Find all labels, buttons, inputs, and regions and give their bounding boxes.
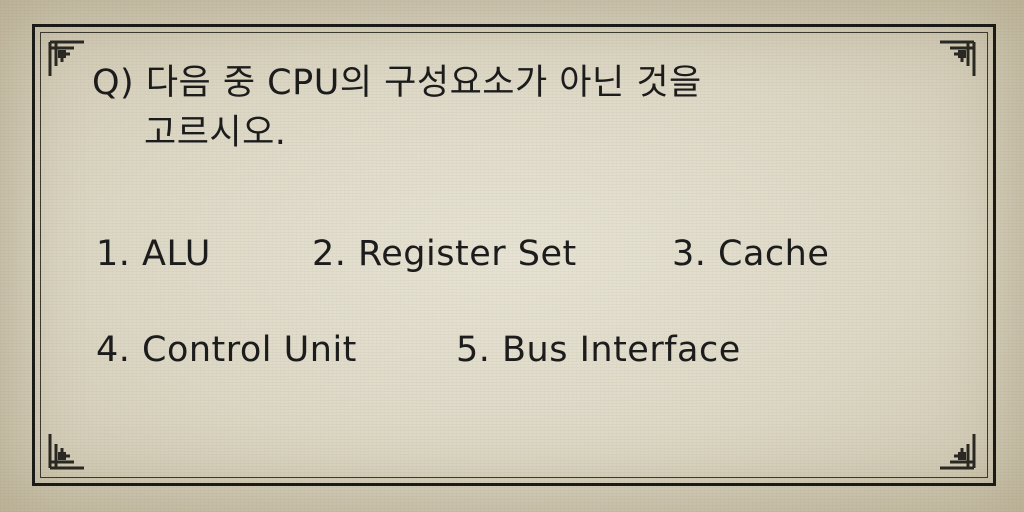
question-text-line1: Q) 다음 중 CPU의 구성요소가 아닌 것을 [92, 63, 702, 103]
option-1: 1. ALU [96, 234, 211, 274]
option-2: 2. Register Set [312, 234, 577, 274]
question-text-line2: 고르시오. [144, 113, 287, 153]
ornamental-corner-icon [932, 36, 980, 84]
option-5: 5. Bus Interface [456, 330, 741, 370]
ornamental-corner-icon [44, 36, 92, 84]
ornamental-corner-icon [932, 426, 980, 474]
option-4: 4. Control Unit [96, 330, 357, 370]
ornamental-corner-icon [44, 426, 92, 474]
option-3: 3. Cache [672, 234, 830, 274]
